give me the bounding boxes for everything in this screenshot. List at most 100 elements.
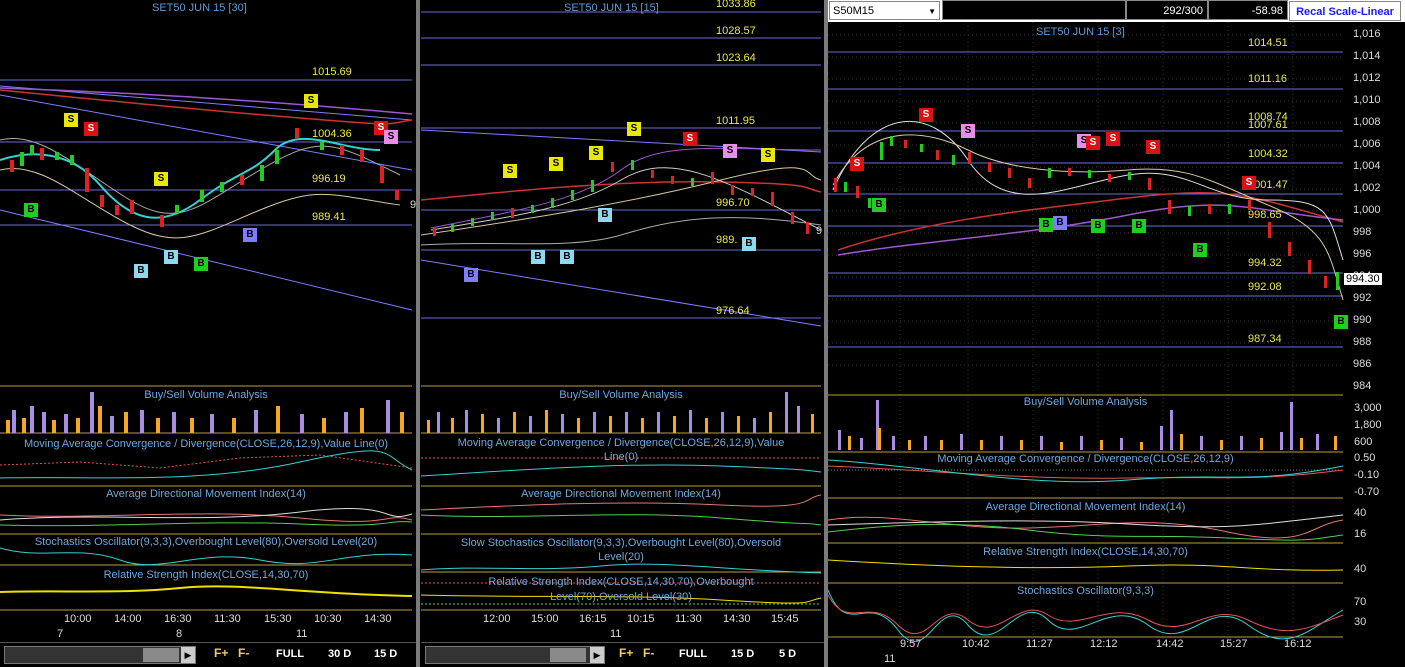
left-signal-buy[interactable]: B xyxy=(134,264,148,278)
right-signal-sell[interactable]: S xyxy=(1146,140,1160,154)
right-signal-sell[interactable]: S xyxy=(1106,132,1120,146)
middle-signal-sell[interactable]: S xyxy=(503,164,517,178)
right-chart-canvas[interactable] xyxy=(828,0,1405,667)
left-full-button[interactable]: FULL xyxy=(276,648,304,660)
middle-edge-label: 9 xyxy=(816,225,823,237)
left-chart-canvas[interactable] xyxy=(0,0,416,667)
volume-axis-tick: 600 xyxy=(1354,436,1373,448)
middle-scroll-thumb[interactable] xyxy=(550,648,586,662)
right-level-9: 992.08 xyxy=(1248,281,1282,293)
middle-signal-sell[interactable]: S xyxy=(761,148,775,162)
middle-signal-sell[interactable]: S xyxy=(723,144,737,158)
middle-date-tick: 11 xyxy=(610,628,622,640)
right-signal-buy[interactable]: B xyxy=(872,198,886,212)
middle-signal-buy[interactable]: B xyxy=(742,237,756,251)
middle-time-tick: 14:30 xyxy=(723,613,751,625)
stoch-axis-tick: 70 xyxy=(1354,596,1367,608)
middle-level-2: 1028.57 xyxy=(716,25,756,37)
middle-scroll-right-arrow[interactable]: ▶ xyxy=(590,647,604,663)
middle-time-tick: 15:00 xyxy=(531,613,559,625)
left-signal-sell[interactable]: S xyxy=(384,130,398,144)
left-time-tick: 10:00 xyxy=(64,613,92,625)
left-zoom-in-button[interactable]: F+ xyxy=(214,646,228,660)
left-zoom-out-button[interactable]: F- xyxy=(238,646,249,660)
left-date-tick: 7 xyxy=(57,628,64,640)
right-time-tick: 11:27 xyxy=(1026,638,1053,650)
chevron-down-icon: ▼ xyxy=(928,7,936,16)
right-signal-buy[interactable]: B xyxy=(1091,219,1105,233)
left-level-2: 1004.36 xyxy=(312,128,352,140)
middle-scrollbar[interactable]: ▶ xyxy=(425,646,605,664)
right-signal-sell[interactable]: S xyxy=(1086,136,1100,150)
right-level-1: 1014.51 xyxy=(1248,37,1288,49)
right-time-tick: 15:27 xyxy=(1220,638,1248,650)
left-signal-sell[interactable]: S xyxy=(304,94,318,108)
middle-signal-sell[interactable]: S xyxy=(627,122,641,136)
left-level-4: 989.41 xyxy=(312,211,346,223)
right-stoch-title: Stochastics Oscillator(9,3,3) xyxy=(1017,585,1154,597)
left-chart-pane[interactable]: SET50 JUN 15 [30] 1015.69 1004.36 996.19… xyxy=(0,0,416,667)
right-signal-sell[interactable]: S xyxy=(1242,176,1256,190)
left-scrollbar[interactable]: ▶ xyxy=(4,646,196,664)
right-time-tick: 10:42 xyxy=(962,638,990,650)
recal-scale-button[interactable]: Recal Scale-Linear xyxy=(1289,1,1401,21)
middle-signal-buy[interactable]: B xyxy=(560,250,574,264)
right-signal-buy[interactable]: B xyxy=(1039,218,1053,232)
right-chart-pane[interactable]: S50M15 ▼ 292/300 -58.98 Recal Scale-Line… xyxy=(828,0,1405,667)
right-signal-buy[interactable]: B xyxy=(1193,243,1207,257)
left-signal-sell[interactable]: S xyxy=(154,172,168,186)
price-axis-tick: 992 xyxy=(1353,292,1372,304)
left-signal-buy[interactable]: B xyxy=(243,228,257,242)
left-range-button[interactable]: 15 D xyxy=(374,648,397,660)
middle-chart-pane[interactable]: SET50 JUN 15 [15] 1033.86 1028.57 1023.6… xyxy=(421,0,824,667)
left-scroll-thumb[interactable] xyxy=(143,648,179,662)
right-date-tick: 11 xyxy=(884,653,896,665)
middle-rsi-title-2: Level(70),Oversold Level(30) xyxy=(550,591,692,603)
left-range-button[interactable]: 30 D xyxy=(328,648,351,660)
middle-signal-sell[interactable]: S xyxy=(683,132,697,146)
right-level-8: 994.32 xyxy=(1248,257,1282,269)
symbol-select[interactable]: S50M15 ▼ xyxy=(829,1,940,20)
right-signal-sell[interactable]: S xyxy=(919,108,933,122)
middle-time-tick: 15:45 xyxy=(771,613,799,625)
middle-stoch-title: Slow Stochastics Oscillator(9,3,3),Overb… xyxy=(460,537,782,549)
left-signal-buy[interactable]: B xyxy=(194,257,208,271)
middle-signal-sell[interactable]: S xyxy=(589,146,603,160)
left-scroll-right-arrow[interactable]: ▶ xyxy=(181,647,195,663)
middle-full-button[interactable]: FULL xyxy=(679,648,707,660)
middle-range-button[interactable]: 15 D xyxy=(731,648,754,660)
left-signal-buy[interactable]: B xyxy=(24,203,38,217)
left-signal-sell[interactable]: S xyxy=(64,113,78,127)
right-signal-buy[interactable]: B xyxy=(1053,216,1067,230)
middle-signal-buy[interactable]: B xyxy=(464,268,478,282)
left-time-tick: 15:30 xyxy=(264,613,292,625)
middle-zoom-out-button[interactable]: F- xyxy=(643,646,654,660)
middle-chart-canvas[interactable] xyxy=(421,0,824,667)
middle-rsi-title: Relative Strength Index(CLOSE,14,30,70),… xyxy=(488,576,754,588)
middle-time-tick: 11:30 xyxy=(675,613,702,625)
left-adx-title: Average Directional Movement Index(14) xyxy=(106,488,306,500)
middle-signal-buy[interactable]: B xyxy=(598,208,612,222)
right-level-5: 1004.32 xyxy=(1248,148,1288,160)
pane-divider[interactable] xyxy=(416,0,420,667)
middle-level-1: 1033.86 xyxy=(716,0,756,10)
right-signal-buy[interactable]: B xyxy=(1334,315,1348,329)
left-stoch-title: Stochastics Oscillator(9,3,3),Overbought… xyxy=(34,536,378,548)
left-signal-buy[interactable]: B xyxy=(164,250,178,264)
rsi-axis-tick: 40 xyxy=(1354,563,1367,575)
middle-range-button[interactable]: 5 D xyxy=(779,648,796,660)
right-macd-title: Moving Average Convergence / Divergence(… xyxy=(937,453,1234,465)
right-signal-sell[interactable]: S xyxy=(961,124,975,138)
middle-level-5: 996.70 xyxy=(716,197,750,209)
right-signal-sell[interactable]: S xyxy=(850,157,864,171)
middle-zoom-in-button[interactable]: F+ xyxy=(619,646,633,660)
left-chart-title: SET50 JUN 15 [30] xyxy=(152,2,247,14)
volume-axis-tick: 1,800 xyxy=(1354,419,1382,431)
left-signal-sell[interactable]: S xyxy=(84,122,98,136)
right-chart-title: SET50 JUN 15 [3] xyxy=(1036,26,1125,38)
volume-axis-tick: 3,000 xyxy=(1354,402,1382,414)
middle-signal-sell[interactable]: S xyxy=(549,157,563,171)
right-signal-buy[interactable]: B xyxy=(1132,219,1146,233)
right-level-10: 987.34 xyxy=(1248,333,1282,345)
middle-signal-buy[interactable]: B xyxy=(531,250,545,264)
